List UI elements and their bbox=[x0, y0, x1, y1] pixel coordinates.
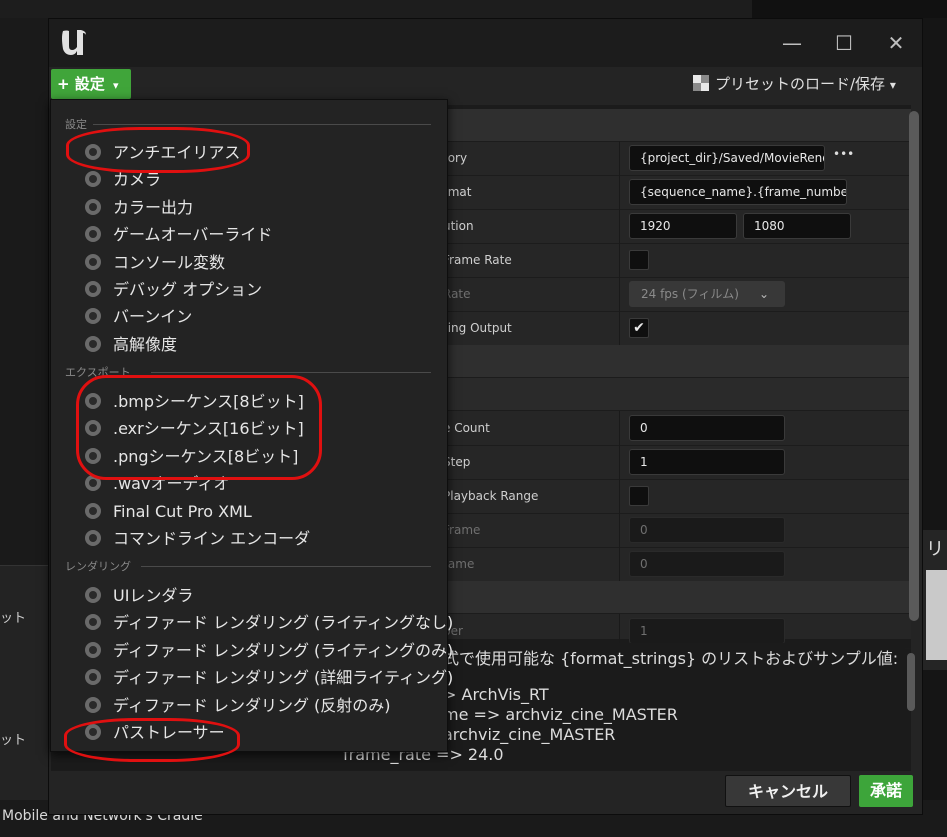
setting-cube-icon bbox=[85, 281, 101, 297]
description-scrollbar[interactable] bbox=[907, 653, 915, 711]
frame-rate-combo-value: 24 fps (フィルム) bbox=[641, 287, 739, 301]
accept-button[interactable]: 承諾 bbox=[859, 775, 913, 807]
resolution-y-field[interactable]: 1080 bbox=[743, 213, 851, 239]
setting-cube-icon bbox=[85, 614, 101, 630]
browse-dots-button[interactable]: ••• bbox=[833, 147, 854, 161]
menu-item-deferred-lighting-only[interactable]: ディファード レンダリング (ライティングのみ) bbox=[51, 637, 453, 664]
unreal-engine-logo bbox=[62, 30, 86, 55]
preset-label: プリセットのロード/保存 bbox=[715, 75, 886, 93]
annotation-circle-export-sequences bbox=[76, 375, 322, 480]
menu-item-deferred-unlit[interactable]: ディファード レンダリング (ライティングなし) bbox=[51, 609, 453, 636]
setting-cube-icon bbox=[85, 254, 101, 270]
menu-item-deferred-reflections-only[interactable]: ディファード レンダリング (反射のみ) bbox=[51, 692, 445, 719]
left-panel-label-2: ット bbox=[0, 733, 27, 748]
category-header-rendering: レンダリング bbox=[65, 560, 131, 573]
setting-cube-icon bbox=[85, 697, 101, 713]
setting-cube-icon bbox=[85, 503, 101, 519]
menu-item-burn-in[interactable]: バーンイン bbox=[51, 303, 445, 330]
menu-item-ui-renderer[interactable]: UIレンダラ bbox=[51, 582, 445, 609]
category-header-settings: 設定 bbox=[65, 118, 87, 131]
editor-left-panel bbox=[0, 565, 48, 806]
menu-item-deferred-detail-lighting[interactable]: ディファード レンダリング (詳細ライティング) bbox=[51, 664, 453, 691]
menu-item-high-resolution[interactable]: 高解像度 bbox=[51, 331, 445, 358]
custom-end-frame-field[interactable]: 0 bbox=[629, 551, 785, 577]
setting-cube-icon bbox=[85, 530, 101, 546]
right-panel-label: リ bbox=[926, 539, 944, 560]
setting-cube-icon bbox=[85, 587, 101, 603]
close-icon[interactable]: ✕ bbox=[881, 29, 911, 57]
desc-line: 式で使用可能な {format_strings} のリストおよびサンプル値: bbox=[443, 649, 899, 668]
desc-line: me => archviz_cine_MASTER bbox=[443, 705, 678, 724]
preset-load-save-button[interactable]: プリセットのロード/保存 ▾ bbox=[693, 73, 896, 94]
minimize-icon[interactable]: — bbox=[777, 29, 807, 57]
property-scrollbar[interactable] bbox=[909, 111, 919, 621]
setting-cube-icon bbox=[85, 642, 101, 658]
annotation-circle-path-tracer bbox=[64, 718, 240, 762]
chevron-down-icon: ⌄ bbox=[758, 287, 769, 301]
preset-icon bbox=[693, 75, 709, 91]
menu-item-game-override[interactable]: ゲームオーバーライド bbox=[51, 221, 445, 248]
override-output-checkbox[interactable]: ✔ bbox=[629, 318, 649, 338]
custom-start-frame-field[interactable]: 0 bbox=[629, 517, 785, 543]
menu-item-command-line-encoder[interactable]: コマンドライン エンコーダ bbox=[51, 525, 445, 552]
menu-item-console-variables[interactable]: コンソール変数 bbox=[51, 249, 445, 276]
version-number-field[interactable]: 1 bbox=[629, 618, 785, 644]
frame-rate-combo[interactable]: 24 fps (フィルム) ⌄ bbox=[629, 281, 785, 307]
custom-frame-rate-checkbox[interactable] bbox=[629, 250, 649, 270]
add-setting-button[interactable]: + 設定 ▾ bbox=[51, 69, 131, 99]
setting-cube-icon bbox=[85, 226, 101, 242]
menu-item-color-output[interactable]: カラー出力 bbox=[51, 194, 445, 221]
output-frame-step-field[interactable]: 1 bbox=[629, 449, 785, 475]
handle-frame-count-field[interactable]: 0 bbox=[629, 415, 785, 441]
right-panel-thumbnail[interactable] bbox=[926, 570, 947, 660]
menu-item-debug-options[interactable]: デバッグ オプション bbox=[51, 276, 445, 303]
chevron-down-icon: ▾ bbox=[889, 78, 896, 92]
desc-line: archviz_cine_MASTER bbox=[443, 725, 616, 744]
setting-cube-icon bbox=[85, 199, 101, 215]
title-bar: — ☐ ✕ bbox=[49, 19, 922, 67]
setting-cube-icon bbox=[85, 669, 101, 685]
custom-playback-range-checkbox[interactable] bbox=[629, 486, 649, 506]
menu-item-final-cut-pro-xml[interactable]: Final Cut Pro XML bbox=[51, 498, 445, 525]
chevron-down-icon: ▾ bbox=[113, 79, 119, 92]
left-panel-label-1: ット bbox=[0, 611, 27, 626]
maximize-icon[interactable]: ☐ bbox=[829, 29, 859, 57]
setting-cube-icon bbox=[85, 171, 101, 187]
desc-line: > ArchVis_RT bbox=[443, 685, 549, 704]
file-name-format-field[interactable]: {sequence_name}.{frame_number} bbox=[629, 179, 847, 205]
cancel-button[interactable]: キャンセル bbox=[725, 775, 851, 807]
add-setting-label: + 設定 bbox=[57, 75, 105, 93]
setting-cube-icon bbox=[85, 336, 101, 352]
setting-cube-icon bbox=[85, 308, 101, 324]
resolution-x-field[interactable]: 1920 bbox=[629, 213, 737, 239]
editor-top-bar-right bbox=[752, 0, 947, 18]
annotation-circle-anti-aliasing bbox=[66, 127, 250, 173]
output-directory-field[interactable]: {project_dir}/Saved/MovieRend bbox=[629, 145, 825, 171]
